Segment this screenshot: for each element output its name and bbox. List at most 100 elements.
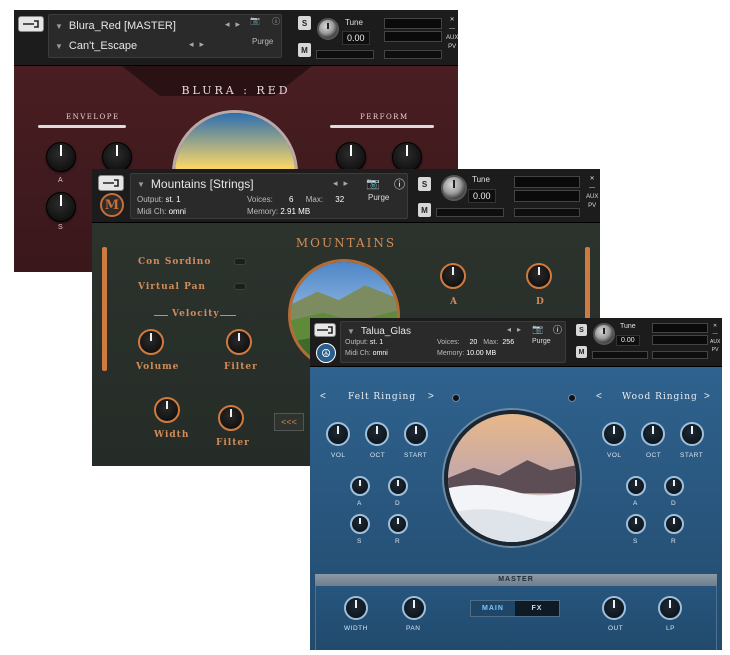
tune-label: Tune bbox=[620, 323, 636, 330]
right-release-knob[interactable] bbox=[664, 514, 684, 534]
instrument-name[interactable]: Blura_Red [MASTER] bbox=[69, 20, 176, 32]
attack-knob[interactable] bbox=[440, 263, 466, 289]
snapshot-name[interactable]: Can't_Escape bbox=[69, 40, 137, 52]
right-layer-prev-arrow[interactable]: < bbox=[596, 391, 602, 402]
output-value[interactable]: st. 1 bbox=[370, 339, 383, 346]
purge-label[interactable]: Purge bbox=[368, 193, 389, 202]
left-release-knob[interactable] bbox=[388, 514, 408, 534]
left-sustain-knob[interactable] bbox=[350, 514, 370, 534]
info-icon[interactable]: ⓘ bbox=[553, 323, 562, 336]
right-start-knob[interactable] bbox=[680, 422, 704, 446]
tune-knob[interactable] bbox=[441, 175, 467, 201]
camera-icon[interactable]: 📷 bbox=[366, 177, 380, 190]
sustain-knob[interactable] bbox=[46, 192, 76, 222]
info-icon[interactable]: ⓘ bbox=[272, 16, 280, 27]
width-knob[interactable] bbox=[344, 596, 368, 620]
pan-slider[interactable] bbox=[316, 50, 374, 59]
filter2-knob[interactable] bbox=[218, 405, 244, 431]
output-value[interactable]: st. 1 bbox=[165, 195, 180, 204]
blura-side-icons[interactable]: ✕ — AUX PV bbox=[446, 16, 458, 52]
envelope-slider[interactable] bbox=[38, 125, 126, 128]
instrument-name[interactable]: Mountains [Strings] bbox=[151, 177, 254, 191]
pan-slider[interactable] bbox=[436, 208, 504, 217]
solo-button[interactable]: S bbox=[298, 16, 311, 30]
dropdown-icon[interactable]: ▼ bbox=[347, 327, 355, 336]
left-layer-prev-arrow[interactable]: < bbox=[320, 391, 326, 402]
left-layer-next-arrow[interactable]: > bbox=[428, 391, 434, 402]
midi-label: Midi Ch: bbox=[345, 350, 371, 357]
midi-value[interactable]: omni bbox=[169, 207, 186, 216]
right-layer-next-arrow[interactable]: > bbox=[704, 391, 710, 402]
left-vol-knob[interactable] bbox=[326, 422, 350, 446]
left-attack-knob[interactable] bbox=[350, 476, 370, 496]
snapshot-arrows[interactable]: ◂▸ bbox=[189, 39, 210, 50]
tune-knob[interactable] bbox=[593, 323, 615, 345]
attack-knob[interactable] bbox=[46, 142, 76, 172]
mountains-logo: M bbox=[100, 193, 124, 217]
tab-fx[interactable]: FX bbox=[515, 601, 559, 616]
max-value[interactable]: 32 bbox=[335, 195, 344, 204]
left-oct-knob[interactable] bbox=[365, 422, 389, 446]
out-knob[interactable] bbox=[602, 596, 626, 620]
virtual-pan-toggle[interactable] bbox=[234, 283, 246, 290]
left-decay-knob[interactable] bbox=[388, 476, 408, 496]
mute-button[interactable]: M bbox=[576, 346, 587, 358]
dropdown-icon[interactable]: ▼ bbox=[137, 180, 145, 189]
solo-button[interactable]: S bbox=[418, 177, 431, 191]
mute-button[interactable]: M bbox=[418, 203, 431, 217]
con-sordino-toggle[interactable] bbox=[234, 258, 246, 265]
perform-knob-2[interactable] bbox=[392, 142, 422, 172]
prev-next-arrows[interactable]: ◂▸ bbox=[225, 19, 246, 30]
memory-value: 2.91 MB bbox=[280, 207, 311, 216]
camera-icon[interactable]: 📷 bbox=[532, 324, 543, 335]
left-layer-name: Felt Ringing bbox=[348, 392, 417, 402]
prev-next-arrows[interactable]: ◂▸ bbox=[333, 178, 354, 189]
dropdown-icon[interactable]: ▼ bbox=[55, 22, 63, 31]
prev-page-button[interactable]: <<< bbox=[274, 413, 304, 431]
max-value[interactable]: 256 bbox=[502, 339, 514, 346]
purge-label[interactable]: Purge bbox=[252, 37, 273, 46]
mountains-side-icons[interactable]: ✕ — AUX PV bbox=[586, 175, 598, 211]
right-vol-knob[interactable] bbox=[602, 422, 626, 446]
tune-value[interactable]: 0.00 bbox=[342, 31, 370, 45]
pan-slider[interactable] bbox=[592, 351, 648, 359]
talua-side-icons[interactable]: ✕ — AUX PV bbox=[710, 322, 720, 354]
left-release-label: R bbox=[395, 538, 401, 545]
right-attack-knob[interactable] bbox=[626, 476, 646, 496]
tune-value[interactable]: 0.00 bbox=[468, 189, 496, 203]
instrument-name[interactable]: Talua_Glas bbox=[361, 326, 411, 337]
mountains-header: M ▼ Mountains [Strings] ◂▸ Output: st. 1… bbox=[92, 169, 600, 223]
right-sustain-knob[interactable] bbox=[626, 514, 646, 534]
left-start-knob[interactable] bbox=[404, 422, 428, 446]
tune-value[interactable]: 0.00 bbox=[616, 335, 640, 346]
perform-knob-1[interactable] bbox=[336, 142, 366, 172]
right-oct-knob[interactable] bbox=[641, 422, 665, 446]
camera-icon[interactable]: 📷 bbox=[250, 16, 260, 25]
volume-knob[interactable] bbox=[138, 329, 164, 355]
purge-label[interactable]: Purge bbox=[532, 338, 551, 345]
lp-knob[interactable] bbox=[658, 596, 682, 620]
wrench-icon[interactable] bbox=[314, 323, 336, 337]
tab-main[interactable]: MAIN bbox=[471, 601, 515, 616]
decay-knob[interactable] bbox=[526, 263, 552, 289]
info-icon[interactable]: ⓘ bbox=[394, 176, 405, 192]
lp-label: LP bbox=[666, 625, 675, 632]
mute-button[interactable]: M bbox=[298, 43, 311, 57]
prev-next-arrows[interactable]: ◂▸ bbox=[507, 325, 527, 334]
volume-slider[interactable] bbox=[514, 208, 580, 217]
right-decay-knob[interactable] bbox=[664, 476, 684, 496]
volume-slider[interactable] bbox=[384, 50, 442, 59]
filter-knob[interactable] bbox=[226, 329, 252, 355]
pan-knob[interactable] bbox=[402, 596, 426, 620]
tune-knob[interactable] bbox=[317, 18, 339, 40]
volume-label: Volume bbox=[136, 362, 180, 372]
solo-button[interactable]: S bbox=[576, 324, 587, 336]
dropdown-icon[interactable]: ▼ bbox=[55, 42, 63, 51]
volume-slider[interactable] bbox=[652, 351, 708, 359]
wrench-icon[interactable] bbox=[98, 175, 124, 191]
decay-knob[interactable] bbox=[102, 142, 132, 172]
perform-slider[interactable] bbox=[330, 125, 434, 128]
wrench-icon[interactable] bbox=[18, 16, 44, 32]
width-knob[interactable] bbox=[154, 397, 180, 423]
midi-value[interactable]: omni bbox=[373, 350, 388, 357]
